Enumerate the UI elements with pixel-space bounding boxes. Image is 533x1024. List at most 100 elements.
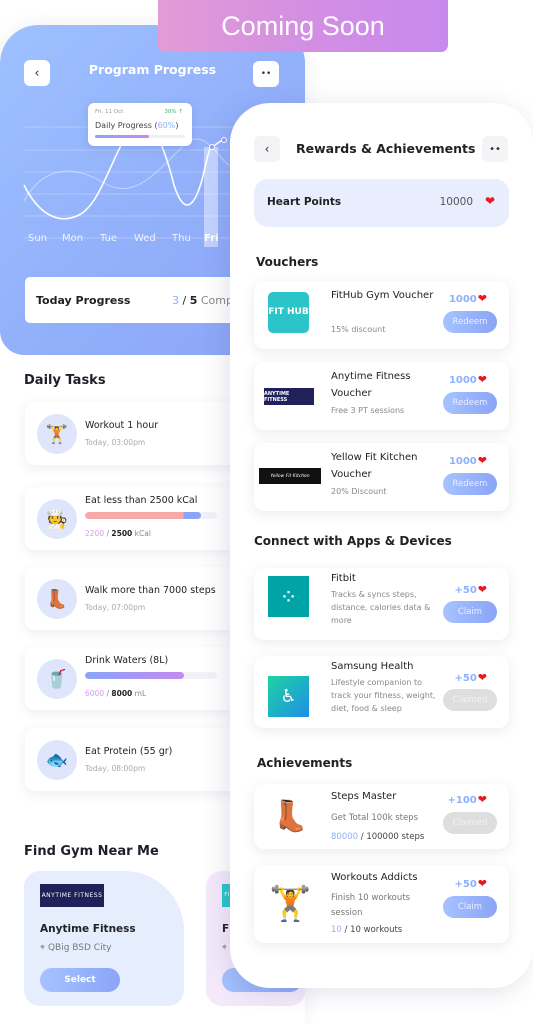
app-name: Fitbit <box>331 573 356 584</box>
app-name: Samsung Health <box>331 661 414 672</box>
voucher-card[interactable]: FIT HUB FitHub Gym Voucher 15% discount … <box>254 281 509 349</box>
fithub-logo: FIT HUB <box>268 292 309 333</box>
voucher-card[interactable]: ANYTIME FITNESS Anytime Fitness Voucher … <box>254 362 509 430</box>
more-icon: •• <box>489 143 501 155</box>
heart-icon: ❤ <box>477 454 487 467</box>
heart-icon: ❤ <box>484 194 495 208</box>
achievement-reward: +50❤ <box>454 877 487 890</box>
day-label-tue[interactable]: Tue <box>100 233 117 244</box>
voucher-desc: 15% discount <box>331 325 386 334</box>
day-label-mon[interactable]: Mon <box>62 233 83 244</box>
fitbit-logo-icon: ⁘ <box>268 576 309 617</box>
achievement-reward-value: +100 <box>447 795 477 806</box>
day-label-wed[interactable]: Wed <box>134 233 156 244</box>
task-name: Workout 1 hour <box>85 420 159 431</box>
tooltip-progress-bar <box>95 135 185 138</box>
data-point <box>221 137 227 143</box>
select-gym-button[interactable]: Select <box>40 968 120 992</box>
today-progress-value: 3 / 5 Comp <box>172 293 233 307</box>
task-total: 8000 <box>111 689 133 698</box>
achievement-total: / 100000 steps <box>358 832 425 842</box>
claimed-button[interactable]: Claimed <box>443 812 497 834</box>
task-progress-text: 6000 / 8000 mL <box>85 689 147 698</box>
claim-button[interactable]: Claim <box>443 896 497 918</box>
task-name: Eat less than 2500 kCal <box>85 495 198 506</box>
claim-button[interactable]: Claim <box>443 601 497 623</box>
voucher-cost-value: 1000 <box>448 456 477 467</box>
boots-icon: 👢 <box>37 579 77 619</box>
tooltip-percent: 60% <box>157 121 176 130</box>
anytime-fitness-logo: ANYTIME FITNESS <box>40 884 104 907</box>
tooltip-progress-fill <box>95 135 149 138</box>
voucher-cost: 1000❤ <box>449 454 487 467</box>
more-button[interactable]: •• <box>482 136 508 162</box>
gym-location: ⌖ <box>222 943 227 953</box>
yellow-fit-kitchen-logo: Yellow Fit Kitchen <box>259 468 321 484</box>
task-time: Today, 07:00pm <box>85 603 146 612</box>
heart-icon: ❤ <box>477 793 487 806</box>
achievement-card[interactable]: 👢 Steps Master Get Total 100k steps 8000… <box>254 784 509 849</box>
app-card[interactable]: ⁘ Fitbit Tracks & syncs steps, distance,… <box>254 568 509 640</box>
task-current: 2200 <box>85 529 105 538</box>
app-reward: +50❤ <box>454 583 487 596</box>
voucher-card[interactable]: Yellow Fit Kitchen Yellow Fit Kitchen Vo… <box>254 443 509 511</box>
achievement-desc: Finish 10 workouts session <box>331 893 411 918</box>
redeem-button[interactable]: Redeem <box>443 392 497 414</box>
heart-icon: ❤ <box>477 292 487 305</box>
tooltip-date: Fri, 11 Oct <box>95 109 124 115</box>
voucher-name: FitHub Gym Voucher <box>331 290 434 301</box>
tooltip-title: Daily Progress (60%) <box>95 121 179 130</box>
protein-food-icon: 🐟 <box>37 740 77 780</box>
claimed-button[interactable]: Claimed <box>443 689 497 711</box>
app-desc: Tracks & syncs steps, distance, calories… <box>331 590 431 625</box>
voucher-desc: Free 3 PT sessions <box>331 406 405 415</box>
task-progress-fill <box>85 672 184 679</box>
page-title: Rewards & Achievements <box>296 141 476 156</box>
task-card[interactable]: 🥤 Drink Waters (8L) 6000 / 8000 mL <box>25 647 255 710</box>
find-gym-title: Find Gym Near Me <box>24 844 159 859</box>
day-label-thu[interactable]: Thu <box>172 233 191 244</box>
redeem-button[interactable]: Redeem <box>443 473 497 495</box>
daily-progress-tooltip: Fri, 11 Oct 30% ↑ Daily Progress (60%) <box>88 103 192 146</box>
achievement-desc: Get Total 100k steps <box>331 813 419 823</box>
samsung-health-logo-icon: ♿ <box>268 676 309 717</box>
task-total: 2500 <box>111 529 133 538</box>
voucher-cost-value: 1000 <box>448 375 477 386</box>
achievement-reward: +100❤ <box>448 793 487 806</box>
achievement-reward-value: +50 <box>454 879 477 890</box>
back-button[interactable]: ‹ <box>254 136 280 162</box>
tooltip-title-suffix: ) <box>175 121 179 130</box>
rewards-screen: ‹ Rewards & Achievements •• Heart Points… <box>230 103 533 988</box>
app-card[interactable]: ♿ Samsung Health Lifestyle companion to … <box>254 656 509 728</box>
day-label-fri[interactable]: Fri <box>204 233 219 244</box>
redeem-button[interactable]: Redeem <box>443 311 497 333</box>
achievement-progress: 10 / 10 workouts <box>331 925 402 935</box>
task-time: Today, 03:00pm <box>85 438 146 447</box>
boots-icon: 👢 <box>271 799 310 834</box>
voucher-name: Anytime Fitness Voucher <box>331 371 411 399</box>
achievement-progress: 80000 / 100000 steps <box>331 832 424 842</box>
task-card[interactable]: 🐟 Eat Protein (55 gr) Today, 08:00pm <box>25 728 255 791</box>
workout-icon: 🏋 <box>37 414 77 454</box>
location-pin-icon: ⌖ <box>222 943 228 953</box>
heart-points-label: Heart Points <box>267 196 342 208</box>
daily-tasks-title: Daily Tasks <box>24 373 106 388</box>
app-reward: +50❤ <box>454 671 487 684</box>
task-card[interactable]: 👢 Walk more than 7000 steps Today, 07:00… <box>25 567 255 630</box>
water-glass-icon: 🥤 <box>37 659 77 699</box>
app-reward-value: +50 <box>454 673 477 684</box>
chef-icon: 🧑‍🍳 <box>37 499 77 539</box>
task-progress-bar <box>85 672 217 679</box>
day-label-sun[interactable]: Sun <box>28 233 47 244</box>
gym-card[interactable]: ANYTIME FITNESS Anytime Fitness ⌖ QBig B… <box>24 871 184 1006</box>
task-card[interactable]: 🏋 Workout 1 hour Today, 03:00pm <box>25 402 255 465</box>
tooltip-delta: 30% ↑ <box>164 109 183 115</box>
task-card[interactable]: 🧑‍🍳 Eat less than 2500 kCal 2200 / 2500 … <box>25 487 255 550</box>
task-progress-bar <box>85 512 217 519</box>
vouchers-title: Vouchers <box>256 255 319 269</box>
chevron-left-icon: ‹ <box>264 142 270 156</box>
data-point <box>209 144 215 150</box>
more-button[interactable]: •• <box>253 61 279 87</box>
voucher-cost: 1000❤ <box>449 292 487 305</box>
achievement-card[interactable]: 🏋 Workouts Addicts Finish 10 workouts se… <box>254 865 509 943</box>
